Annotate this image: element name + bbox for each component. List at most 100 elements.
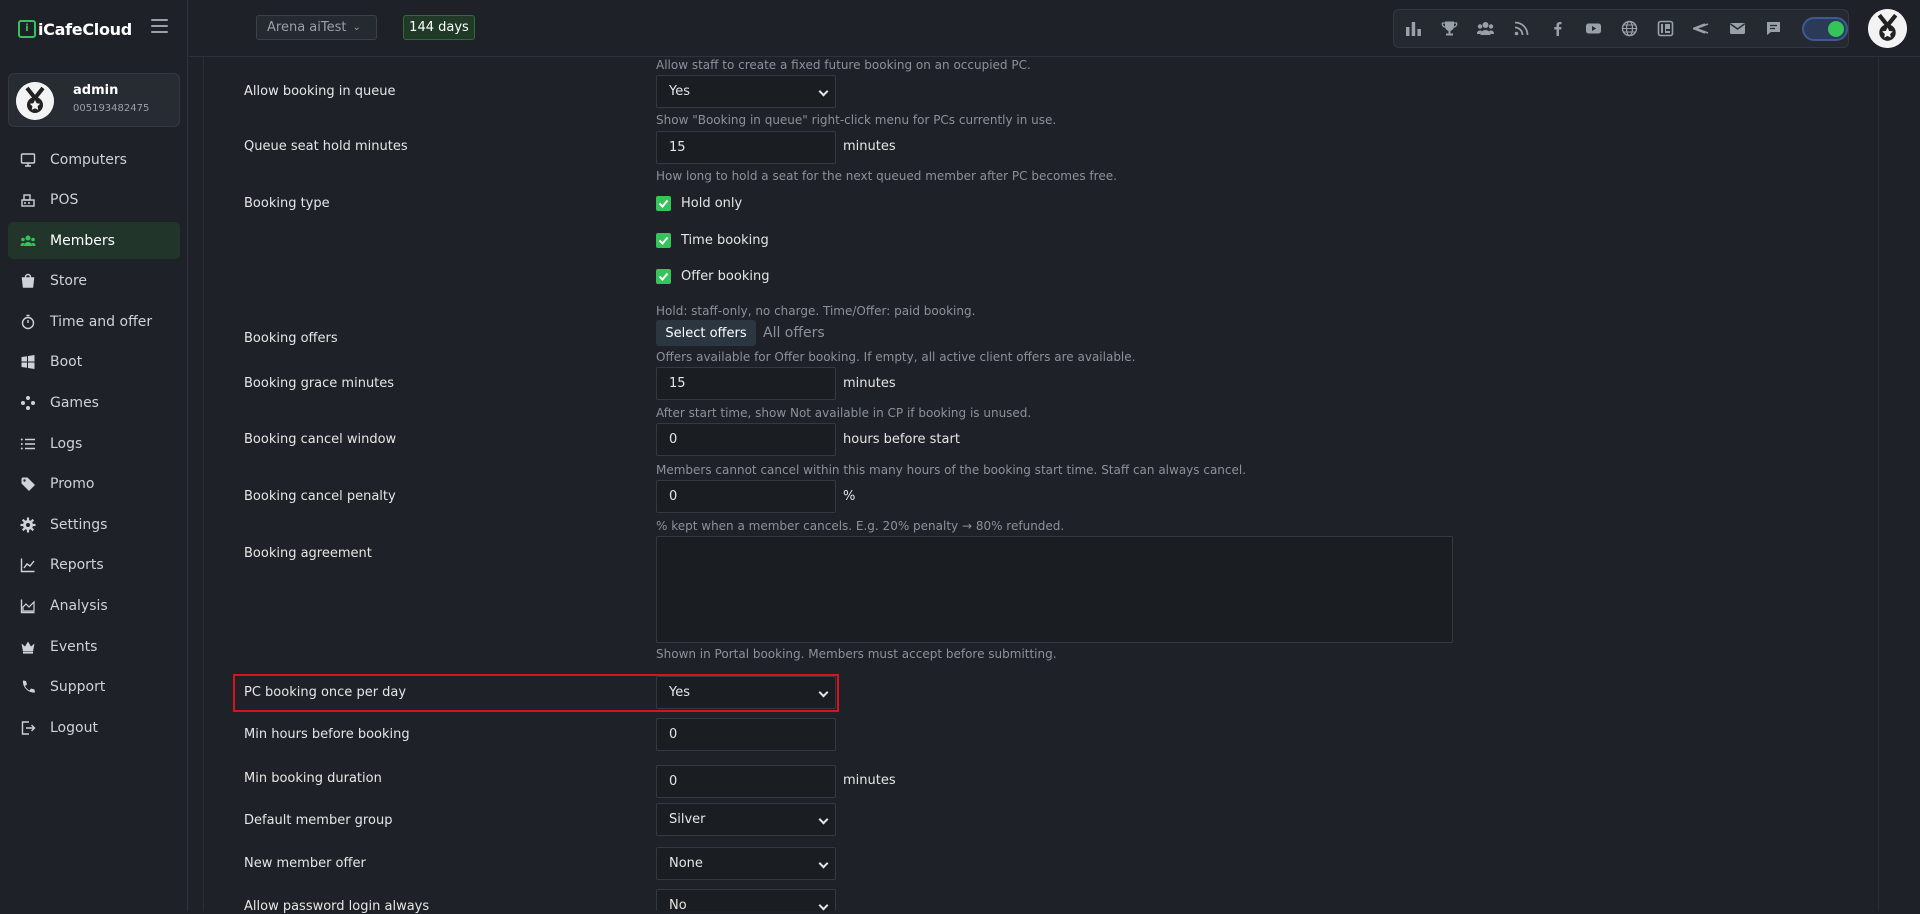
user-name: admin bbox=[73, 83, 119, 98]
sidebar-item-settings[interactable]: Settings bbox=[8, 506, 180, 543]
booking-cancel-window-hint: Members cannot cancel within this many h… bbox=[656, 463, 1247, 477]
tag-icon bbox=[20, 476, 36, 492]
checkbox-checked[interactable] bbox=[656, 269, 671, 284]
booking-cancel-penalty-unit: % bbox=[843, 489, 856, 504]
mail-icon[interactable] bbox=[1728, 20, 1746, 38]
gamepad-icon bbox=[20, 395, 36, 411]
default-member-group-select[interactable]: Silver bbox=[656, 803, 836, 836]
sidebar-item-reports[interactable]: Reports bbox=[8, 547, 180, 584]
booking-grace-input[interactable]: 15 bbox=[656, 367, 836, 400]
sidebar-item-pos[interactable]: POS bbox=[8, 182, 180, 219]
select-value: Yes bbox=[669, 685, 690, 700]
allow-password-login-label: Allow password login always bbox=[244, 899, 430, 914]
sidebar-item-analysis[interactable]: Analysis bbox=[8, 588, 180, 625]
min-booking-duration-input[interactable]: 0 bbox=[656, 765, 836, 798]
checkbox-checked[interactable] bbox=[656, 233, 671, 248]
list-icon bbox=[20, 436, 36, 452]
sidebar-item-logout[interactable]: Logout bbox=[8, 709, 180, 746]
content-border-right bbox=[1878, 57, 1879, 911]
sidebar-item-store[interactable]: Store bbox=[8, 263, 180, 300]
hamburger-menu-icon[interactable] bbox=[151, 19, 168, 33]
cafe-selector[interactable]: Arena aiTest ⌄ bbox=[256, 15, 377, 40]
chevron-down-icon bbox=[818, 86, 829, 97]
double-chevron-icon[interactable] bbox=[1692, 20, 1710, 38]
stopwatch-icon bbox=[20, 314, 36, 330]
fixed-booking-hint: Allow staff to create a fixed future boo… bbox=[656, 58, 1031, 72]
booking-cancel-penalty-hint: % kept when a member cancels. E.g. 20% p… bbox=[656, 519, 1065, 533]
booking-type-hint: Hold: staff-only, no charge. Time/Offer:… bbox=[656, 304, 976, 318]
sidebar-item-logs[interactable]: Logs bbox=[8, 425, 180, 462]
booking-cancel-penalty-input[interactable]: 0 bbox=[656, 480, 836, 513]
min-booking-duration-unit: minutes bbox=[843, 773, 896, 788]
sidebar-item-label: POS bbox=[50, 192, 79, 209]
monitor-icon bbox=[20, 152, 36, 168]
group-icon[interactable] bbox=[1477, 20, 1495, 38]
chat-icon[interactable] bbox=[1764, 20, 1782, 38]
top-avatar[interactable] bbox=[1868, 9, 1907, 48]
sidebar-item-label: Settings bbox=[50, 516, 108, 533]
chevron-down-icon bbox=[818, 814, 829, 825]
sidebar-item-events[interactable]: Events bbox=[8, 628, 180, 665]
sidebar-item-computers[interactable]: Computers bbox=[8, 141, 180, 178]
select-offers-button[interactable]: Select offers bbox=[656, 320, 756, 346]
booking-in-queue-select[interactable]: Yes bbox=[656, 75, 836, 108]
chevron-down-icon bbox=[818, 858, 829, 869]
license-days-badge: 144 days bbox=[403, 15, 475, 40]
facebook-icon[interactable] bbox=[1549, 20, 1567, 38]
brand-logo[interactable]: i iCafeCloud bbox=[18, 18, 132, 40]
trophy-icon[interactable] bbox=[1441, 20, 1459, 38]
booking-type-offer-booking[interactable]: Offer booking bbox=[656, 269, 769, 284]
booking-offers-value: All offers bbox=[763, 325, 825, 341]
queue-seat-hold-input[interactable]: 15 bbox=[656, 131, 836, 164]
phone-icon bbox=[20, 679, 36, 695]
leaderboard-icon[interactable] bbox=[1405, 20, 1423, 38]
booking-type-hold-only[interactable]: Hold only bbox=[656, 196, 742, 211]
allow-password-login-select[interactable]: No bbox=[656, 889, 836, 913]
booking-offers-hint: Offers available for Offer booking. If e… bbox=[656, 350, 1136, 364]
booking-cancel-penalty-label: Booking cancel penalty bbox=[244, 489, 396, 504]
sidebar-item-boot[interactable]: Boot bbox=[8, 344, 180, 381]
rss-icon[interactable] bbox=[1513, 20, 1531, 38]
sidebar-nav: Computers POS Members Store Time and off… bbox=[8, 141, 180, 750]
sidebar-item-members[interactable]: Members bbox=[8, 222, 180, 260]
icafe-logo-icon: i bbox=[18, 20, 36, 38]
sidebar-item-label: Boot bbox=[50, 354, 83, 371]
icafe-icon[interactable] bbox=[1656, 20, 1674, 38]
sidebar-item-games[interactable]: Games bbox=[8, 385, 180, 422]
sidebar-item-label: Games bbox=[50, 395, 99, 412]
users-icon bbox=[20, 233, 36, 249]
user-card[interactable]: admin 005193482475 bbox=[8, 73, 180, 127]
chevron-down-icon bbox=[818, 687, 829, 698]
sidebar-item-label: Members bbox=[50, 232, 115, 249]
min-hours-before-input[interactable]: 0 bbox=[656, 718, 836, 751]
avatar bbox=[16, 82, 54, 120]
booking-agreement-hint: Shown in Portal booking. Members must ac… bbox=[656, 647, 1057, 661]
sidebar-item-label: Promo bbox=[50, 476, 95, 493]
new-member-offer-select[interactable]: None bbox=[656, 847, 836, 880]
sidebar-item-promo[interactable]: Promo bbox=[8, 466, 180, 503]
globe-icon[interactable] bbox=[1621, 20, 1639, 38]
pc-booking-once-select[interactable]: Yes bbox=[656, 676, 836, 709]
youtube-icon[interactable] bbox=[1585, 20, 1603, 38]
booking-cancel-window-input[interactable]: 0 bbox=[656, 423, 836, 456]
sidebar-item-label: Store bbox=[50, 273, 88, 290]
chevron-down-icon bbox=[818, 900, 829, 911]
checkbox-label: Time booking bbox=[681, 233, 769, 248]
booking-grace-label: Booking grace minutes bbox=[244, 376, 395, 391]
area-chart-icon bbox=[20, 598, 36, 614]
booking-grace-unit: minutes bbox=[843, 376, 896, 391]
toggle-knob bbox=[1827, 20, 1844, 37]
sidebar-item-support[interactable]: Support bbox=[8, 669, 180, 706]
logout-icon bbox=[20, 720, 36, 736]
user-id: 005193482475 bbox=[73, 103, 150, 114]
booking-type-time-booking[interactable]: Time booking bbox=[656, 233, 769, 248]
booking-agreement-textarea[interactable] bbox=[656, 536, 1453, 643]
default-member-group-label: Default member group bbox=[244, 813, 393, 828]
checkbox-checked[interactable] bbox=[656, 196, 671, 211]
sidebar-item-time-and-offer[interactable]: Time and offer bbox=[8, 303, 180, 340]
sidebar-item-label: Time and offer bbox=[50, 313, 153, 330]
theme-toggle[interactable] bbox=[1802, 16, 1848, 41]
top-bar: Arena aiTest ⌄ 144 days bbox=[189, 0, 1920, 57]
booking-cancel-window-label: Booking cancel window bbox=[244, 432, 397, 447]
brand-name: iCafeCloud bbox=[38, 19, 132, 39]
